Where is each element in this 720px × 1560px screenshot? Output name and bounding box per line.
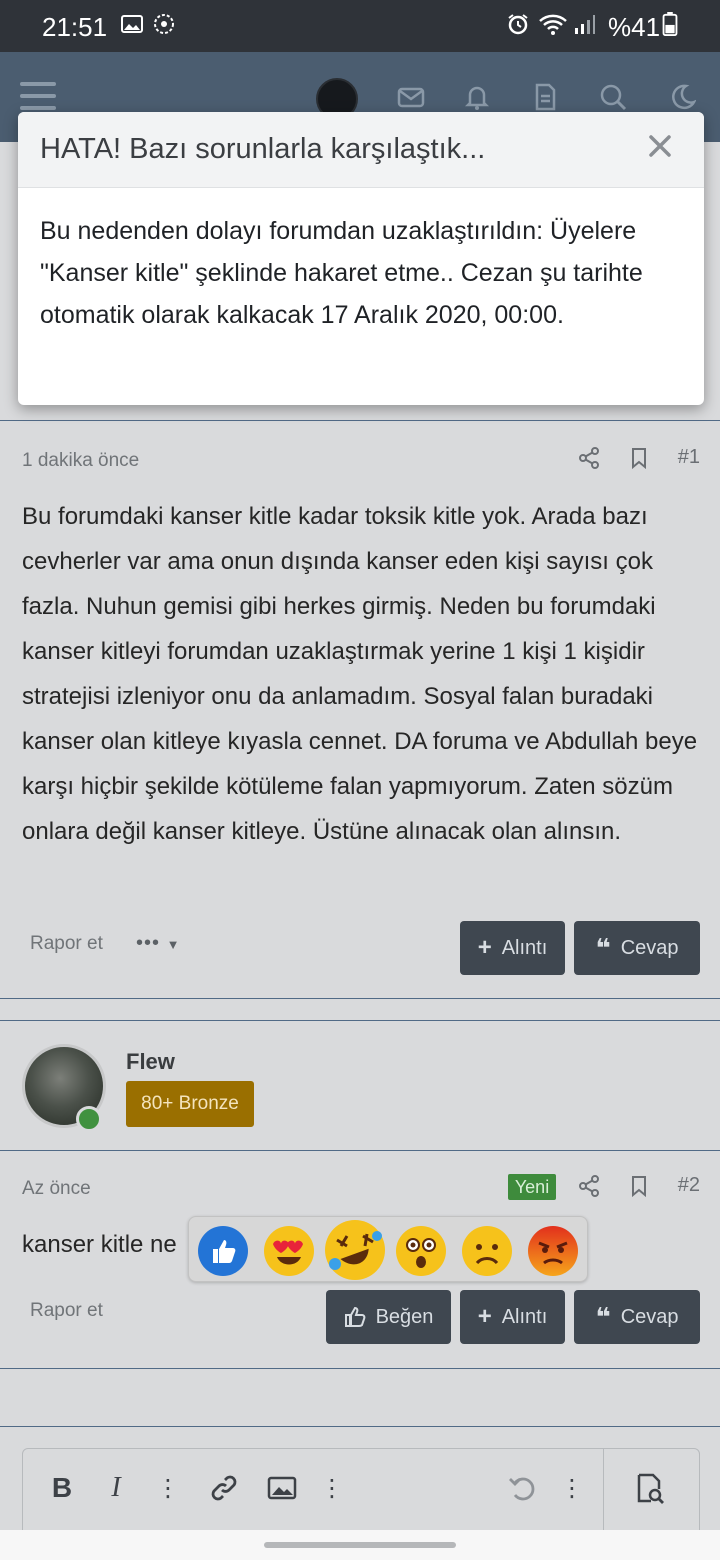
signal-icon [575,15,595,34]
post-2-actions: #2 [578,1174,700,1197]
share-icon[interactable] [578,1174,600,1197]
quote-label: Alıntı [501,1305,548,1328]
post-1-time: 1 dakika önce [22,450,140,471]
reaction-bar [188,1216,588,1282]
alarm-icon [508,14,528,35]
bookmark-icon[interactable] [628,447,650,469]
like-button[interactable]: Beğen [326,1290,451,1344]
status-bar: 21:51 %41 [0,0,720,52]
reply-label: Cevap [620,936,679,959]
reply-button[interactable]: ❝ Cevap [574,921,700,975]
more-label: ••• [136,932,161,954]
bookmark-icon[interactable] [628,1175,650,1197]
sad-reaction-icon[interactable] [461,1225,513,1277]
more-actions[interactable]: ••• ▼ [136,932,180,955]
chevron-down-icon: ▼ [166,937,181,952]
post-2-time: Az önce [22,1178,91,1199]
report-link[interactable]: Rapor et [30,933,103,955]
quote-mark-icon: ❝ [595,932,611,963]
bold-icon[interactable]: B [47,1471,77,1505]
dark-mode-icon[interactable] [666,82,696,112]
bell-icon[interactable] [462,82,492,112]
italic-icon[interactable]: I [101,1471,131,1505]
post-1-body: Bu forumdaki kanser kitle kadar toksik k… [22,503,698,845]
laugh-reaction-icon[interactable] [323,1218,387,1282]
report-link[interactable]: Rapor et [30,1300,103,1322]
plus-icon: + [477,934,492,961]
like-label: Beğen [375,1305,434,1328]
angry-reaction-icon[interactable] [527,1225,579,1277]
thumbs-up-icon [344,1306,365,1327]
more-vertical-icon[interactable]: ⋮ [557,1471,587,1505]
post-2-number[interactable]: #2 [678,1174,700,1197]
like-reaction-icon[interactable] [197,1225,249,1277]
image-icon[interactable] [267,1471,297,1505]
quote-label: Alıntı [501,936,548,959]
battery-percent: %41 [608,12,661,42]
sync-icon [154,14,174,34]
wifi-icon [539,14,567,35]
link-icon[interactable] [209,1471,239,1505]
menu-icon[interactable] [20,82,56,112]
quote-button[interactable]: + Alıntı [460,1290,565,1344]
error-modal: HATA! Bazı sorunlarla karşılaştık... Bu … [18,112,704,405]
modal-title: HATA! Bazı sorunlarla karşılaştık... [40,133,486,165]
reply-label: Cevap [620,1305,679,1328]
new-badge: Yeni [508,1174,556,1200]
document-icon[interactable] [530,82,560,112]
post-1-number[interactable]: #1 [678,446,700,469]
modal-header: HATA! Bazı sorunlarla karşılaştık... [18,112,704,188]
quote-button[interactable]: + Alıntı [460,921,565,975]
status-time: 21:51 [42,12,108,42]
share-icon[interactable] [578,446,600,469]
home-gesture-handle[interactable] [264,1542,456,1548]
gallery-icon [121,15,143,33]
reply-button[interactable]: ❝ Cevap [574,1290,700,1344]
user-rank-badge: 80+ Bronze [126,1081,254,1127]
online-status-icon [76,1106,102,1132]
wow-reaction-icon[interactable] [395,1225,447,1277]
post-2-username[interactable]: Flew [126,1049,175,1075]
battery-icon [662,12,678,36]
more-vertical-icon[interactable]: ⋮ [153,1471,183,1505]
mail-icon[interactable] [396,82,426,112]
modal-message: Bu nedenden dolayı forumdan uzaklaştırıl… [40,217,643,329]
close-icon[interactable] [646,132,674,160]
more-vertical-icon[interactable]: ⋮ [317,1471,347,1505]
post-1-actions: #1 [578,446,700,469]
preview-icon[interactable] [635,1471,665,1505]
search-icon[interactable] [598,82,628,112]
plus-icon: + [477,1303,492,1330]
quote-mark-icon: ❝ [595,1301,611,1332]
undo-icon[interactable] [507,1471,537,1505]
love-reaction-icon[interactable] [263,1225,315,1277]
